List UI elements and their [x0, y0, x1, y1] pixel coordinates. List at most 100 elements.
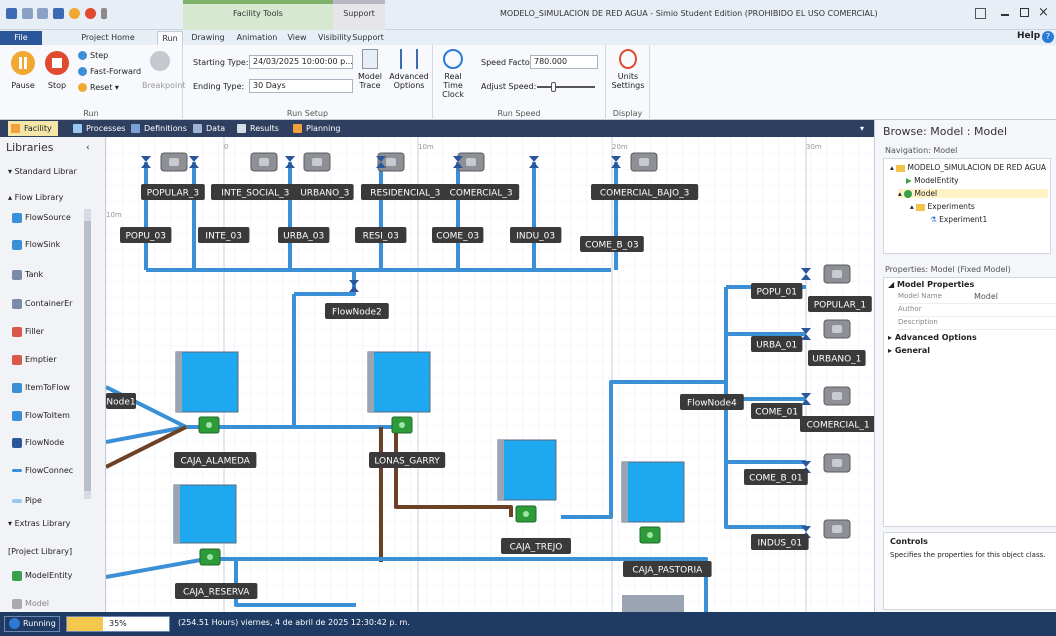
advanced-options-category[interactable]: ▸ Advanced Options	[888, 333, 977, 342]
advanced-options-button[interactable]: Advanced Options	[389, 49, 429, 90]
tab-support[interactable]: Support	[350, 31, 386, 45]
close-icon[interactable]: ×	[1038, 5, 1049, 20]
general-category[interactable]: ▸ General	[888, 346, 930, 355]
standard-library-header[interactable]: ▾ Standard Librar	[8, 167, 77, 176]
tab-facility[interactable]: Facility	[8, 121, 58, 136]
library-scrollbar[interactable]	[84, 209, 91, 499]
tab-planning[interactable]: Planning	[290, 121, 346, 136]
tab-processes[interactable]: Processes	[70, 121, 128, 136]
category-label: General	[894, 346, 931, 355]
library-item-containerentity[interactable]: ContainerEr	[12, 297, 72, 311]
speed-factor-field[interactable]: 780.000	[530, 55, 598, 69]
stop-button[interactable]: Stop	[42, 51, 72, 90]
tab-project-home[interactable]: Project Home	[78, 31, 138, 45]
folder-icon	[916, 203, 926, 211]
units-settings-button[interactable]: Units Settings	[608, 49, 648, 90]
advanced-options-icon	[400, 49, 418, 69]
save-icon[interactable]	[6, 8, 17, 19]
item-label: Model	[25, 599, 50, 608]
library-item-emptier[interactable]: Emptier	[12, 353, 57, 367]
tank-pastoria[interactable]	[621, 461, 685, 523]
library-item-itemtoflow[interactable]: ItemToFlow	[12, 381, 70, 395]
facility-canvas[interactable]: 0 10m 20m 30m 10m POPULAR_3 INTE_SOCIAL_3…	[106, 137, 874, 612]
flow-library-header[interactable]: ▴ Flow Library	[8, 193, 63, 202]
save-all-icon[interactable]	[53, 8, 64, 19]
tank-alameda[interactable]	[175, 351, 239, 413]
network-diagram[interactable]: 0 10m 20m 30m 10m POPULAR_3 INTE_SOCIAL_3…	[106, 137, 874, 612]
tab-drawing[interactable]: Drawing	[190, 31, 226, 45]
sink-label: INTE_SOCIAL_3	[221, 189, 289, 199]
tab-view[interactable]: View	[286, 31, 308, 45]
restore-icon[interactable]	[1020, 8, 1029, 17]
sink-label: RESIDENCIAL_3	[370, 189, 440, 199]
pause-quick-icon[interactable]	[69, 8, 80, 19]
breakpoint-button[interactable]: Breakpoint	[142, 51, 186, 90]
sink-symbol	[832, 270, 842, 278]
slider-thumb[interactable]	[551, 82, 556, 92]
tab-run[interactable]: Run	[157, 31, 183, 45]
node-label: INDUS_01	[758, 539, 803, 549]
node-label: COME_B_01	[749, 474, 802, 484]
tree-item-modelentity[interactable]: ▶ ModelEntity	[906, 176, 959, 185]
tab-file[interactable]: File	[0, 31, 42, 45]
step-button[interactable]: Step	[78, 51, 108, 60]
library-item-tank[interactable]: Tank	[12, 268, 43, 282]
pause-button[interactable]: Pause	[8, 51, 38, 90]
real-time-clock-button[interactable]: Real Time Clock	[437, 49, 469, 99]
tank-garry[interactable]	[367, 351, 431, 413]
minimize-icon[interactable]	[1001, 14, 1009, 16]
tank-reserva[interactable]	[173, 484, 237, 544]
ribbon-display-icon[interactable]	[975, 8, 986, 19]
tree-item-project[interactable]: ▴ MODELO_SIMULACION DE RED AGUA	[890, 163, 1046, 172]
pause-label: Pause	[11, 81, 35, 90]
library-item-pipe[interactable]: Pipe	[12, 494, 42, 508]
library-item-flowsink[interactable]: FlowSink	[12, 238, 60, 252]
ending-type-field[interactable]: 30 Days	[249, 79, 353, 93]
help-icon[interactable]: ?	[1042, 31, 1054, 43]
tabs-dropdown-icon[interactable]: ▾	[860, 124, 864, 133]
tank-trejo[interactable]	[497, 439, 557, 501]
property-value[interactable]: Model	[974, 292, 998, 301]
library-item-flowtoitem[interactable]: FlowToItem	[12, 409, 70, 423]
model-trace-button[interactable]: Model Trace	[355, 49, 385, 90]
qat-dropdown-icon[interactable]	[101, 8, 107, 19]
undo-icon[interactable]	[22, 8, 33, 19]
starting-type-field[interactable]: 24/03/2025 10:00:00 p...	[249, 55, 353, 69]
flow-library-label: Flow Library	[14, 193, 64, 202]
library-item-flownode[interactable]: FlowNode	[12, 436, 64, 450]
fast-forward-label: Fast-Forward	[90, 67, 142, 76]
tree-item-experiment1[interactable]: ⚗ Experiment1	[930, 215, 987, 224]
context-tab-label: Support	[343, 9, 375, 18]
project-library-header[interactable]: [Project Library]	[8, 547, 72, 556]
library-item-modelentity[interactable]: ModelEntity	[12, 569, 72, 583]
property-row: Author	[898, 305, 1056, 317]
tree-item-experiments[interactable]: ▴ Experiments	[910, 202, 975, 211]
tab-label: Processes	[86, 124, 126, 133]
library-item-flowsource[interactable]: FlowSource	[12, 211, 71, 225]
tab-animation[interactable]: Animation	[236, 31, 278, 45]
step-icon	[78, 51, 87, 60]
reset-button[interactable]: Reset ▾	[78, 83, 119, 92]
navigation-tree: ▴ MODELO_SIMULACION DE RED AGUA ▶ ModelE…	[883, 158, 1051, 254]
property-row: Description	[898, 318, 1056, 330]
library-item-flowconnector[interactable]: FlowConnec	[12, 464, 73, 478]
library-item-model[interactable]: Model	[12, 597, 49, 611]
adjust-speed-slider[interactable]	[537, 82, 595, 92]
tab-definitions[interactable]: Definitions	[128, 121, 190, 136]
item-label: ItemToFlow	[25, 383, 70, 392]
collapse-panel-icon[interactable]: ‹	[86, 143, 90, 153]
tree-item-model[interactable]: ▴ Model	[898, 189, 1048, 198]
extras-library-header[interactable]: ▾ Extras Library	[8, 519, 70, 528]
tab-results[interactable]: Results	[234, 121, 284, 136]
sink-label: COMERCIAL_BAJO_3	[600, 189, 690, 199]
units-settings-label: Units Settings	[611, 72, 645, 90]
breakpoint-label: Breakpoint	[142, 81, 186, 90]
stop-quick-icon[interactable]	[85, 8, 96, 19]
model-properties-category[interactable]: ◢ Model Properties	[888, 280, 974, 289]
tab-data[interactable]: Data	[190, 121, 228, 136]
tab-visibility[interactable]: Visibility	[318, 31, 352, 45]
help-link[interactable]: Help	[1017, 31, 1040, 41]
library-item-filler[interactable]: Filler	[12, 325, 44, 339]
fast-forward-button[interactable]: Fast-Forward	[78, 67, 141, 76]
redo-icon[interactable]	[37, 8, 48, 19]
